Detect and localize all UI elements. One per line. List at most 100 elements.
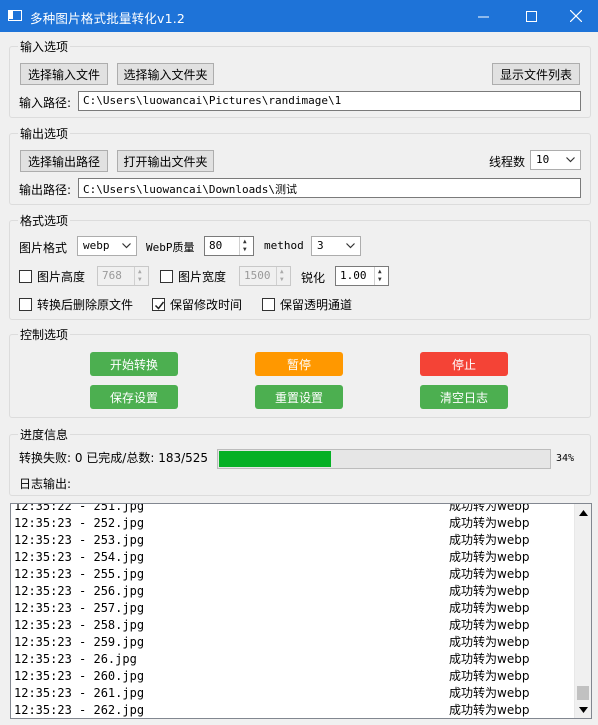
input-path-field[interactable]: C:\Users\luowancai\Pictures\randimage\1 <box>78 91 581 111</box>
output-path-label: 输出路径: <box>19 183 72 197</box>
progress-info-title: 进度信息 <box>18 426 71 443</box>
image-format-value: webp <box>83 239 110 252</box>
delete-original-checkbox[interactable]: 转换后删除原文件 <box>19 296 133 313</box>
log-output[interactable]: 12:35:22 - 251.jpg 成功转为webp 12:35:23 - 252… <box>10 503 592 719</box>
log-row: 12:35:23 - 261.jpg 成功转为webp <box>11 685 576 702</box>
window-title: 多种图片格式批量转化v1.2 <box>30 11 186 26</box>
keep-alpha-label: 保留透明通道 <box>280 298 353 312</box>
sharpen-value: 1.00 <box>340 269 367 282</box>
log-time-file: 12:35:23 - 256.jpg <box>14 584 145 598</box>
scroll-up-button[interactable] <box>575 504 591 521</box>
log-time-file: 12:35:23 - 253.jpg <box>14 533 145 547</box>
close-button[interactable] <box>553 0 598 32</box>
webp-quality-spinbox[interactable]: 80 ▲ ▼ <box>204 236 254 256</box>
image-width-spinbox[interactable]: 1500 ▲ ▼ <box>239 266 291 286</box>
log-row: 12:35:23 - 26.jpg 成功转为webp <box>11 651 576 668</box>
output-path-field[interactable]: C:\Users\luowancai\Downloads\测试 <box>78 178 581 198</box>
log-time-file: 12:35:23 - 261.jpg <box>14 686 145 700</box>
scroll-thumb[interactable] <box>577 686 589 700</box>
log-time-file: 12:35:23 - 252.jpg <box>14 516 145 530</box>
spin-arrows[interactable]: ▲ ▼ <box>239 237 253 255</box>
scroll-down-button[interactable] <box>575 701 591 718</box>
minimize-icon <box>477 16 489 17</box>
image-width-value: 1500 <box>244 269 271 282</box>
checkmark-icon <box>154 301 165 310</box>
arrow-down-icon <box>579 706 588 713</box>
image-format-label: 图片格式 <box>19 241 68 255</box>
log-row: 12:35:23 - 257.jpg 成功转为webp <box>11 600 576 617</box>
log-time-file: 12:35:23 - 260.jpg <box>14 669 145 683</box>
image-width-checkbox[interactable]: 图片宽度 <box>160 268 226 285</box>
webp-quality-label: WebP质量 <box>146 241 195 254</box>
threads-value: 10 <box>536 153 550 166</box>
app-icon <box>8 10 22 21</box>
log-message: 成功转为webp <box>449 516 530 530</box>
log-row: 12:35:23 - 255.jpg 成功转为webp <box>11 566 576 583</box>
delete-original-label: 转换后删除原文件 <box>37 298 134 312</box>
checkbox-box[interactable] <box>19 298 32 311</box>
image-format-select[interactable]: webp <box>77 236 137 256</box>
log-message: 成功转为webp <box>449 686 530 700</box>
log-row: 12:35:23 - 253.jpg 成功转为webp <box>11 532 576 549</box>
sharpen-label: 锐化 <box>301 271 326 285</box>
arrow-up-icon <box>579 509 588 516</box>
image-height-value: 768 <box>102 269 122 282</box>
method-label: method <box>264 239 304 252</box>
log-row: 12:35:22 - 251.jpg 成功转为webp <box>11 503 576 515</box>
checkbox-box[interactable] <box>160 270 173 283</box>
log-row: 12:35:23 - 256.jpg 成功转为webp <box>11 583 576 600</box>
threads-select[interactable]: 10 <box>530 150 581 170</box>
log-row: 12:35:23 - 262.jpg 成功转为webp <box>11 702 576 718</box>
show-file-list-button[interactable]: 显示文件列表 <box>492 63 580 85</box>
method-value: 3 <box>317 239 324 252</box>
image-height-checkbox[interactable]: 图片高度 <box>19 268 85 285</box>
input-options-title: 输入选项 <box>18 38 71 55</box>
spin-arrows[interactable]: ▲ ▼ <box>276 267 290 285</box>
select-input-file-button[interactable]: 选择输入文件 <box>20 63 108 85</box>
spin-arrows[interactable]: ▲ ▼ <box>134 267 148 285</box>
checkbox-box[interactable] <box>152 298 165 311</box>
pause-button[interactable]: 暂停 <box>255 352 343 376</box>
log-message: 成功转为webp <box>449 550 530 564</box>
clear-log-button[interactable]: 清空日志 <box>420 385 508 409</box>
spin-arrows[interactable]: ▲ ▼ <box>374 267 388 285</box>
chevron-down-icon <box>566 157 575 163</box>
format-options-title: 格式选项 <box>18 212 71 229</box>
log-time-file: 12:35:23 - 26.jpg <box>14 652 137 666</box>
checkbox-box[interactable] <box>262 298 275 311</box>
log-message: 成功转为webp <box>449 533 530 547</box>
log-message: 成功转为webp <box>449 635 530 649</box>
title-bar: 多种图片格式批量转化v1.2 <box>0 0 598 32</box>
log-message: 成功转为webp <box>449 703 530 717</box>
select-input-folder-button[interactable]: 选择输入文件夹 <box>117 63 214 85</box>
log-message: 成功转为webp <box>449 652 530 666</box>
checkbox-box[interactable] <box>19 270 32 283</box>
start-button[interactable]: 开始转换 <box>90 352 178 376</box>
save-settings-button[interactable]: 保存设置 <box>90 385 178 409</box>
log-row: 12:35:23 - 254.jpg 成功转为webp <box>11 549 576 566</box>
log-message: 成功转为webp <box>449 503 530 513</box>
open-output-folder-button[interactable]: 打开输出文件夹 <box>117 150 214 172</box>
image-height-spinbox[interactable]: 768 ▲ ▼ <box>97 266 149 286</box>
control-options-title: 控制选项 <box>18 326 71 343</box>
log-row: 12:35:23 - 259.jpg 成功转为webp <box>11 634 576 651</box>
log-scrollbar[interactable] <box>574 504 591 718</box>
reset-settings-button[interactable]: 重置设置 <box>255 385 343 409</box>
progress-bar <box>217 449 551 469</box>
close-icon <box>570 10 582 22</box>
minimize-button[interactable] <box>460 0 506 32</box>
chevron-down-icon <box>346 243 355 249</box>
log-time-file: 12:35:23 - 257.jpg <box>14 601 145 615</box>
stop-button[interactable]: 停止 <box>420 352 508 376</box>
log-time-file: 12:35:23 - 258.jpg <box>14 618 145 632</box>
keep-modified-time-checkbox[interactable]: 保留修改时间 <box>152 296 242 313</box>
log-row: 12:35:23 - 258.jpg 成功转为webp <box>11 617 576 634</box>
maximize-button[interactable] <box>508 0 554 32</box>
sharpen-spinbox[interactable]: 1.00 ▲ ▼ <box>335 266 389 286</box>
method-select[interactable]: 3 <box>311 236 361 256</box>
log-row: 12:35:23 - 252.jpg 成功转为webp <box>11 515 576 532</box>
log-message: 成功转为webp <box>449 567 530 581</box>
log-time-file: 12:35:23 - 259.jpg <box>14 635 145 649</box>
select-output-path-button[interactable]: 选择输出路径 <box>20 150 108 172</box>
keep-alpha-checkbox[interactable]: 保留透明通道 <box>262 296 352 313</box>
